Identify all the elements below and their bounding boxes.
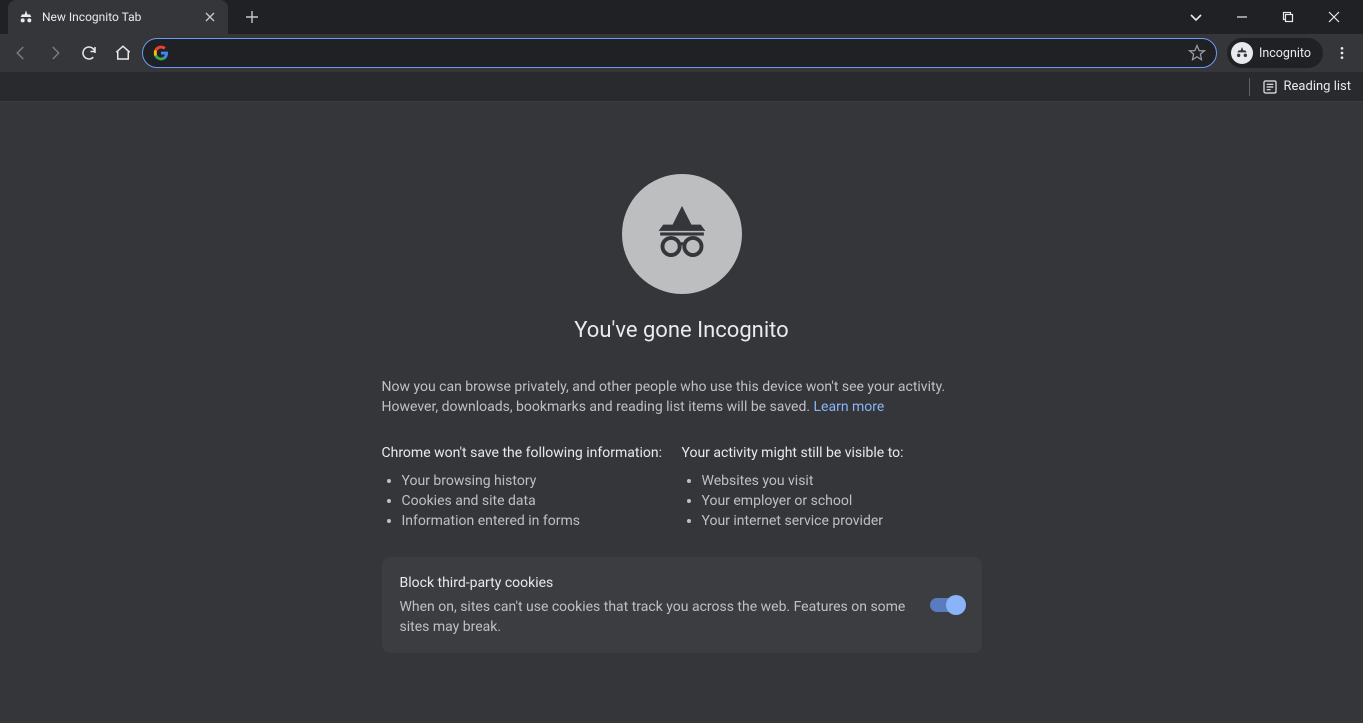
col1-heading: Chrome won't save the following informat… bbox=[382, 445, 682, 461]
list-item: Your internet service provider bbox=[702, 511, 982, 531]
home-button[interactable] bbox=[108, 38, 138, 68]
window-controls bbox=[1219, 0, 1357, 34]
headline: You've gone Incognito bbox=[574, 318, 788, 343]
col-visible-to: Your activity might still be visible to:… bbox=[682, 445, 982, 531]
learn-more-link[interactable]: Learn more bbox=[814, 399, 885, 415]
incognito-indicator[interactable]: Incognito bbox=[1227, 38, 1323, 68]
list-item: Information entered in forms bbox=[402, 511, 682, 531]
panel-title: Block third-party cookies bbox=[400, 573, 914, 593]
new-tab-button[interactable] bbox=[238, 3, 266, 31]
titlebar: New Incognito Tab bbox=[0, 0, 1363, 34]
address-input[interactable] bbox=[177, 39, 1180, 67]
incognito-tab-icon bbox=[18, 9, 34, 25]
tab-title: New Incognito Tab bbox=[42, 10, 194, 24]
reading-list-button[interactable]: Reading list bbox=[1262, 79, 1351, 95]
incognito-chip-icon bbox=[1231, 42, 1253, 64]
forward-button[interactable] bbox=[40, 38, 70, 68]
menu-button[interactable] bbox=[1327, 38, 1357, 68]
list-item: Your browsing history bbox=[402, 471, 682, 491]
address-bar[interactable] bbox=[142, 38, 1217, 68]
maximize-button[interactable] bbox=[1265, 0, 1311, 34]
info-columns: Chrome won't save the following informat… bbox=[382, 445, 982, 531]
tab-search-button[interactable] bbox=[1173, 0, 1219, 34]
minimize-button[interactable] bbox=[1219, 0, 1265, 34]
bookmark-star-icon[interactable] bbox=[1188, 44, 1206, 62]
list-item: Cookies and site data bbox=[402, 491, 682, 511]
browser-tab[interactable]: New Incognito Tab bbox=[8, 0, 228, 34]
intro-paragraph: Now you can browse privately, and other … bbox=[382, 377, 982, 417]
incognito-label: Incognito bbox=[1259, 46, 1311, 61]
close-tab-icon[interactable] bbox=[202, 9, 218, 25]
cookies-toggle[interactable] bbox=[930, 598, 964, 612]
bookmarks-bar: Reading list bbox=[0, 72, 1363, 102]
cookies-panel: Block third-party cookies When on, sites… bbox=[382, 557, 982, 653]
close-window-button[interactable] bbox=[1311, 0, 1357, 34]
divider bbox=[1249, 78, 1250, 96]
reading-list-label: Reading list bbox=[1284, 79, 1351, 94]
reload-button[interactable] bbox=[74, 38, 104, 68]
google-icon bbox=[153, 45, 169, 61]
toolbar: Incognito bbox=[0, 34, 1363, 72]
reading-list-icon bbox=[1262, 79, 1278, 95]
list-item: Websites you visit bbox=[702, 471, 982, 491]
col2-heading: Your activity might still be visible to: bbox=[682, 445, 982, 461]
col-not-saved: Chrome won't save the following informat… bbox=[382, 445, 682, 531]
list-item: Your employer or school bbox=[702, 491, 982, 511]
page-content: You've gone Incognito Now you can browse… bbox=[0, 102, 1363, 723]
panel-body: When on, sites can't use cookies that tr… bbox=[400, 599, 906, 635]
back-button[interactable] bbox=[6, 38, 36, 68]
incognito-hero-icon bbox=[622, 174, 742, 294]
